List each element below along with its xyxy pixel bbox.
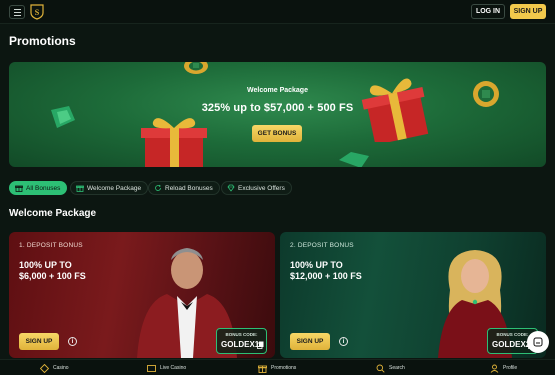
info-icon[interactable]: i <box>339 337 348 346</box>
menu-icon[interactable] <box>9 5 25 19</box>
signup-button[interactable]: SIGN UP <box>290 333 330 350</box>
gift-box-icon <box>141 118 207 167</box>
filter-all-bonuses[interactable]: All Bonuses <box>9 181 68 195</box>
signup-button[interactable]: SIGN UP <box>19 333 59 350</box>
card-offer: 100% UP TO $6,000 + 100 FS <box>19 260 109 282</box>
welcome-banner: Welcome Package 325% up to $57,000 + 500… <box>9 62 546 167</box>
filter-reload-bonuses[interactable]: Reload Bonuses <box>148 181 220 195</box>
bonus-code: GOLDEX1 <box>221 340 260 349</box>
bonus-code: GOLDEX2 <box>492 340 531 349</box>
login-button[interactable]: LOG IN <box>471 4 505 19</box>
bottom-nav: Casino Live Casino Promotions Search Pro… <box>0 359 555 375</box>
live-casino-icon <box>147 364 156 372</box>
gift-icon <box>15 185 23 192</box>
filter-exclusive-offers[interactable]: Exclusive Offers <box>221 181 292 195</box>
nav-live-casino[interactable]: Live Casino <box>147 362 186 374</box>
offer-line-1: 100% UP TO <box>19 260 72 270</box>
filter-label: Welcome Package <box>87 184 142 192</box>
bonus-card-2[interactable]: 2. DEPOSIT BONUS 100% UP TO $12,000 + 10… <box>280 232 546 358</box>
nav-label: Promotions <box>271 365 297 371</box>
search-icon <box>376 364 385 373</box>
emerald-icon <box>339 152 369 167</box>
section-title: Welcome Package <box>9 208 97 219</box>
copy-icon[interactable] <box>257 341 264 349</box>
card-label: 1. DEPOSIT BONUS <box>19 242 83 249</box>
nav-casino[interactable]: Casino <box>40 362 69 374</box>
svg-text:S: S <box>35 8 40 17</box>
code-caption: BONUS CODE: <box>225 332 258 337</box>
nav-label: Profile <box>503 365 518 371</box>
top-bar: S LOG IN SIGN UP <box>0 0 555 24</box>
nav-label: Search <box>389 365 405 371</box>
nav-label: Casino <box>53 365 69 371</box>
signup-button[interactable]: SIGN UP <box>510 4 546 19</box>
casino-icon <box>40 363 49 373</box>
profile-icon <box>490 364 499 373</box>
info-icon[interactable]: i <box>68 337 77 346</box>
filter-label: All Bonuses <box>26 184 61 192</box>
coin-icon <box>184 62 208 74</box>
banner-title: 325% up to $57,000 + 500 FS <box>201 102 354 114</box>
offer-line-2: $12,000 + 100 FS <box>290 271 362 281</box>
logo[interactable]: S <box>29 3 45 20</box>
offer-line-2: $6,000 + 100 FS <box>19 271 86 281</box>
chat-icon[interactable] <box>527 331 549 353</box>
card-offer: 100% UP TO $12,000 + 100 FS <box>290 260 380 282</box>
nav-search[interactable]: Search <box>376 362 405 374</box>
filter-label: Reload Bonuses <box>165 184 213 192</box>
get-bonus-button[interactable]: GET BONUS <box>252 125 302 142</box>
filter-welcome-package[interactable]: Welcome Package <box>70 181 149 195</box>
diamond-icon <box>227 184 235 192</box>
card-label: 2. DEPOSIT BONUS <box>290 242 354 249</box>
banner-subtitle: Welcome Package <box>247 87 308 94</box>
gift-icon <box>258 365 267 373</box>
nav-label: Live Casino <box>160 365 187 371</box>
bonus-card-1[interactable]: 1. DEPOSIT BONUS 100% UP TO $6,000 + 100… <box>9 232 275 358</box>
offer-line-1: 100% UP TO <box>290 260 343 270</box>
gift-icon <box>76 185 84 192</box>
nav-promotions[interactable]: Promotions <box>258 362 296 374</box>
page-title: Promotions <box>9 34 76 48</box>
nav-profile[interactable]: Profile <box>490 362 517 374</box>
reload-icon <box>155 184 161 191</box>
bonus-code-box[interactable]: BONUS CODE: GOLDEX1 <box>216 328 267 354</box>
filter-label: Exclusive Offers <box>238 184 285 192</box>
